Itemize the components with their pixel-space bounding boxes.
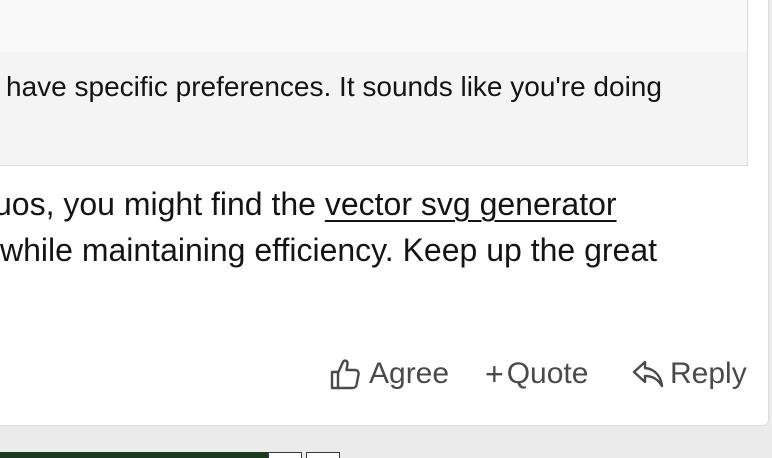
agree-button[interactable]: Agree xyxy=(330,357,449,391)
reply-arrow-icon xyxy=(632,360,664,388)
quoted-message: have specific preferences. It sounds lik… xyxy=(0,0,748,166)
footer-box[interactable] xyxy=(306,452,340,458)
post-body-text: uos, you might find the xyxy=(0,186,325,222)
quote-button[interactable]: + Quote xyxy=(485,357,588,391)
footer-box[interactable] xyxy=(268,452,302,458)
post-body-line-2: while maintaining efficiency. Keep up th… xyxy=(0,232,657,268)
footer-strip xyxy=(0,452,772,458)
vector-svg-generator-link[interactable]: vector svg generator xyxy=(325,186,617,222)
thumbs-up-icon xyxy=(330,359,360,390)
plus-icon: + xyxy=(485,356,504,392)
quote-header-area xyxy=(0,0,747,52)
agree-label: Agree xyxy=(369,357,450,390)
post-actions: Agree + Quote Reply xyxy=(0,357,768,393)
quote-text: have specific preferences. It sounds lik… xyxy=(6,71,662,102)
post-card: have specific preferences. It sounds lik… xyxy=(0,0,769,426)
post-body-line-1: uos, you might find the vector svg gener… xyxy=(0,186,617,223)
reply-button[interactable]: Reply xyxy=(632,357,747,391)
quote-label: Quote xyxy=(506,357,589,390)
footer-bar xyxy=(0,452,268,458)
reply-label: Reply xyxy=(670,357,747,390)
